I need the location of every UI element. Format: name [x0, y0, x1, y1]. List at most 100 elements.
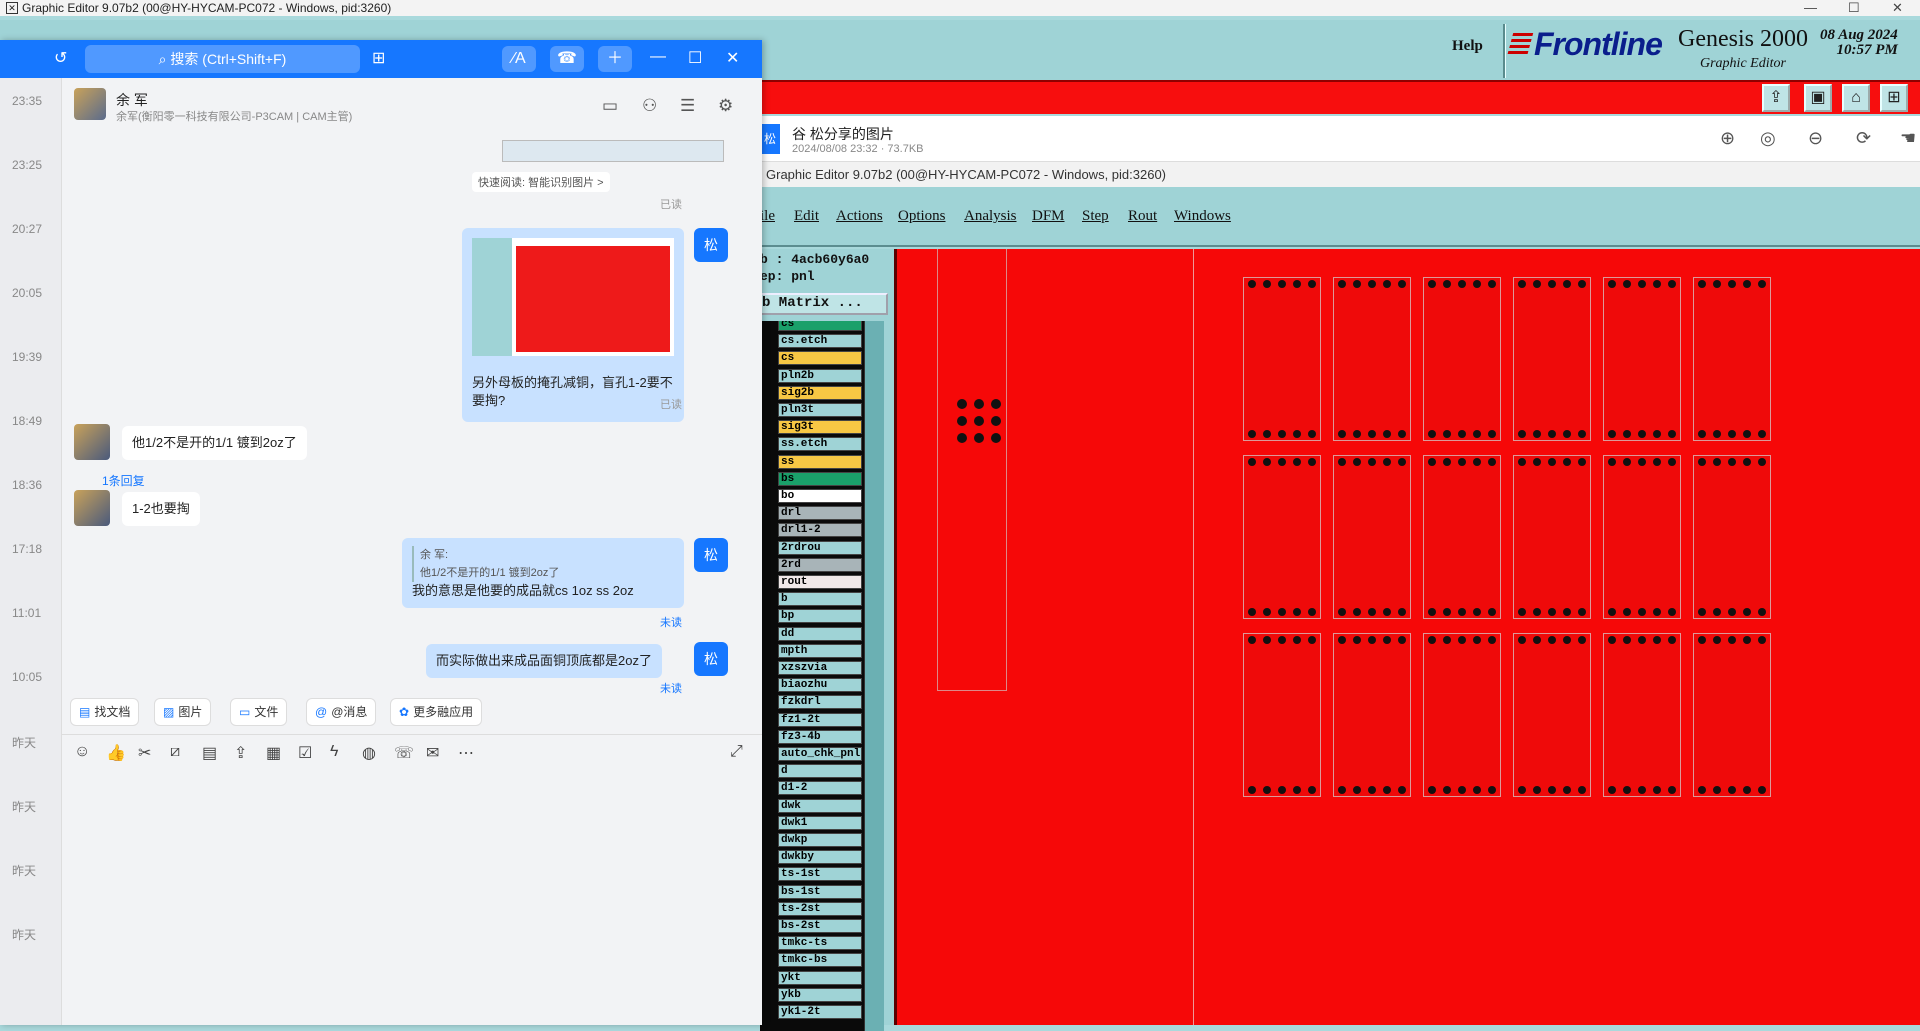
fit-icon[interactable]: ◎: [1760, 128, 1776, 149]
layer-item[interactable]: pln2b: [778, 368, 862, 383]
hand-icon[interactable]: ☚: [1900, 128, 1916, 149]
translate-icon[interactable]: ⁄A: [502, 46, 536, 72]
search-input[interactable]: ⌕ 搜索 (Ctrl+Shift+F): [85, 45, 360, 73]
layer-item[interactable]: ts-2st: [778, 901, 862, 916]
image-button[interactable]: ▨ 图片: [154, 698, 212, 726]
menu-windows[interactable]: Windows: [1174, 208, 1231, 225]
contact-msg-avatar[interactable]: [74, 490, 110, 526]
layer-item[interactable]: bs-1st: [778, 884, 862, 899]
layer-item[interactable]: dwk: [778, 798, 862, 813]
layer-item[interactable]: ykt: [778, 970, 862, 985]
layer-item[interactable]: d: [778, 764, 862, 779]
session-time[interactable]: 18:49: [12, 414, 42, 428]
more-apps-button[interactable]: ✿ 更多融应用: [390, 698, 483, 726]
layer-item[interactable]: sig3t: [778, 420, 862, 435]
checkbox-icon[interactable]: ☑: [298, 743, 312, 763]
zoom-in-icon[interactable]: ⊕: [1720, 128, 1735, 149]
session-time[interactable]: 17:18: [12, 542, 42, 556]
layer-item[interactable]: pln3t: [778, 403, 862, 417]
menu-step[interactable]: Step: [1082, 208, 1109, 225]
maximize-chat-icon[interactable]: ☐: [688, 48, 702, 68]
session-time[interactable]: 18:36: [12, 478, 42, 492]
lightning-icon[interactable]: ϟ: [330, 743, 338, 761]
contact-msg-avatar[interactable]: [74, 424, 110, 460]
layer-item[interactable]: dwk1: [778, 815, 862, 830]
message-bubble[interactable]: 1-2也要掏: [122, 492, 200, 526]
session-time[interactable]: 23:35: [12, 94, 42, 108]
more-icon[interactable]: ⋯: [458, 743, 474, 763]
session-time[interactable]: 20:27: [12, 222, 42, 236]
layer-item[interactable]: fzkdrl: [778, 695, 862, 710]
grid-icon[interactable]: ⊞: [1880, 84, 1908, 112]
layer-item[interactable]: cs.etch: [778, 334, 862, 349]
add-icon[interactable]: ＋: [598, 46, 632, 72]
layer-item[interactable]: d1-2: [778, 781, 862, 796]
message-bubble[interactable]: 而实际做出来成品面铜顶底都是2oz了: [426, 644, 662, 678]
session-time[interactable]: 昨天: [12, 862, 36, 879]
layer-item[interactable]: cs: [778, 351, 862, 366]
my-avatar[interactable]: 松: [694, 642, 728, 676]
session-time[interactable]: 昨天: [12, 926, 36, 943]
help-menu[interactable]: Help: [1452, 38, 1483, 55]
layer-item[interactable]: 2rdrou: [778, 540, 862, 555]
layer-item[interactable]: ss.etch: [778, 437, 862, 452]
layer-item[interactable]: yk1-2t: [778, 1005, 862, 1019]
contact-avatar[interactable]: [74, 88, 106, 120]
menu-actions[interactable]: Actions: [836, 208, 883, 225]
share-icon[interactable]: ⇪: [234, 743, 247, 763]
layer-scrollbar[interactable]: [864, 321, 884, 1031]
my-avatar[interactable]: 松: [694, 228, 728, 262]
settings-icon[interactable]: ⚙: [718, 96, 733, 116]
layer-item[interactable]: ss: [778, 454, 862, 469]
layer-item[interactable]: tmkc-bs: [778, 953, 862, 968]
layer-item[interactable]: 2rd: [778, 557, 862, 572]
folder-icon[interactable]: ▭: [602, 96, 618, 116]
layer-item[interactable]: dwkp: [778, 833, 862, 847]
my-avatar[interactable]: 松: [694, 538, 728, 572]
shared-image-thumbnail[interactable]: [472, 238, 674, 356]
slash-command-icon[interactable]: ⧄: [170, 743, 180, 761]
minimize-chat-icon[interactable]: —: [650, 48, 666, 66]
add-member-icon[interactable]: ⚇: [642, 96, 657, 116]
zoom-out-icon[interactable]: ⊖: [1808, 128, 1823, 149]
layer-item[interactable]: bs: [778, 471, 862, 486]
session-time[interactable]: 昨天: [12, 798, 36, 815]
layer-item[interactable]: fz1-2t: [778, 712, 862, 727]
monitor-icon[interactable]: ▣: [1804, 84, 1832, 112]
layer-item[interactable]: auto_chk_pnl: [778, 747, 862, 761]
menu-file[interactable]: ile: [760, 208, 775, 225]
quick-read-link[interactable]: 快速阅读: 智能识别图片 >: [472, 172, 610, 192]
layer-item[interactable]: ts-1st: [778, 867, 862, 882]
layer-item[interactable]: ykb: [778, 987, 862, 1002]
layer-item[interactable]: rout: [778, 575, 862, 589]
session-time[interactable]: 19:39: [12, 350, 42, 364]
quoted-message[interactable]: 余 军: 他1/2不是开的1/1 镀到2oz了 我的意思是他要的成品就cs 1o…: [402, 538, 684, 608]
layer-item[interactable]: b: [778, 592, 862, 607]
home-icon[interactable]: ⌂: [1842, 84, 1870, 112]
mention-button[interactable]: @ @消息: [306, 698, 377, 726]
layer-item[interactable]: dd: [778, 626, 862, 641]
history-icon[interactable]: ↺: [54, 48, 67, 68]
layer-item[interactable]: bo: [778, 489, 862, 503]
layer-item[interactable]: bp: [778, 609, 862, 624]
phone-icon[interactable]: ☏: [394, 743, 414, 763]
upload-icon[interactable]: ⇪: [1762, 84, 1790, 112]
session-time[interactable]: 昨天: [12, 734, 36, 751]
minimize-button[interactable]: —: [1804, 0, 1817, 15]
layer-item[interactable]: fz3-4b: [778, 729, 862, 744]
file-button[interactable]: ▭ 文件: [230, 698, 288, 726]
menu-edit[interactable]: Edit: [794, 208, 819, 225]
layer-item[interactable]: drl: [778, 506, 862, 521]
search-history-icon[interactable]: ☰: [680, 96, 695, 116]
thumbs-up-icon[interactable]: 👍: [106, 743, 126, 763]
reply-count-link[interactable]: 1条回复: [102, 472, 145, 489]
message-bubble[interactable]: 他1/2不是开的1/1 镀到2oz了: [122, 426, 307, 460]
session-time[interactable]: 10:05: [12, 670, 42, 684]
layer-item[interactable]: mpth: [778, 643, 862, 658]
find-doc-button[interactable]: ▤ 找文档: [70, 698, 140, 726]
calendar-icon[interactable]: ▦: [266, 743, 281, 763]
call-icon[interactable]: ☎: [550, 46, 584, 72]
previous-image-thumbnail[interactable]: [502, 140, 724, 162]
session-time[interactable]: 11:01: [12, 606, 41, 620]
graphic-canvas[interactable]: [894, 249, 1920, 1025]
